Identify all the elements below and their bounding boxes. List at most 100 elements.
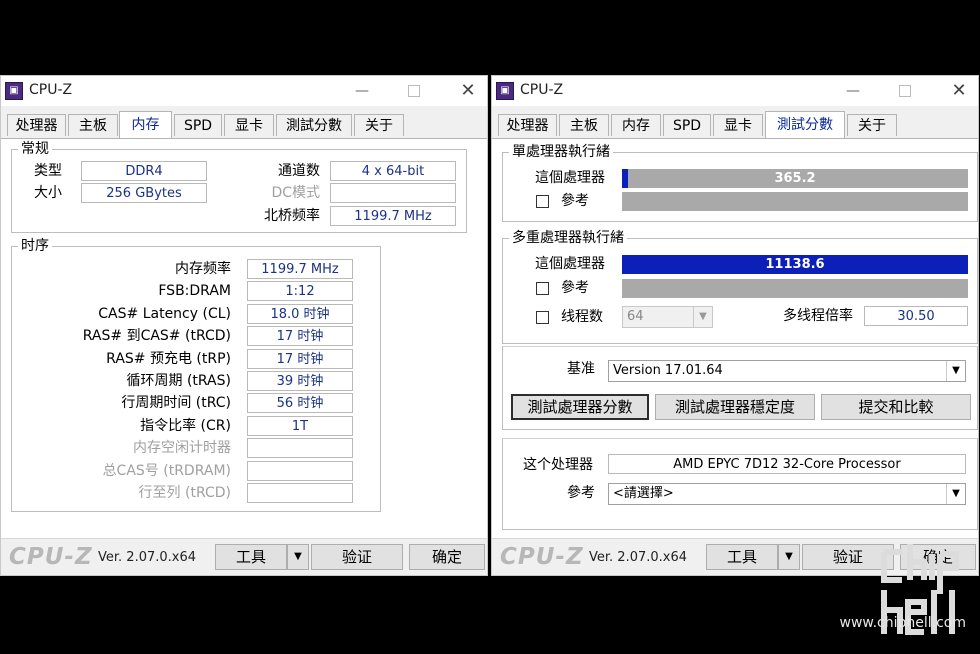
nb-frequency-value: 1199.7 MHz (330, 206, 456, 226)
threads-checkbox[interactable] (536, 311, 549, 324)
timing-label: 行至列 (tRCD) (138, 485, 231, 501)
multi-thread-title: 多重處理器執行緒 (509, 229, 627, 247)
timing-label: 行周期时间 (tRC) (121, 395, 231, 412)
type-value: DDR4 (81, 161, 207, 181)
chevron-down-icon: ▼ (946, 361, 965, 381)
tab-memory[interactable]: 内存 (611, 114, 661, 136)
cpu-info-group: 这个处理器 AMD EPYC 7D12 32-Core Processor 參考… (502, 438, 978, 530)
timing-label: RAS# 预充电 (tRP) (106, 350, 231, 367)
validate-button[interactable]: 验证 (311, 544, 403, 570)
tab-about[interactable]: 关于 (847, 114, 897, 136)
chevron-down-icon: ▼ (693, 307, 712, 327)
close-button[interactable]: ✕ (453, 79, 483, 103)
single-thread-score: 365.2 (774, 171, 816, 186)
maximize-button[interactable] (890, 79, 920, 103)
triangle-down-icon: ▼ (294, 551, 302, 562)
tab-memory[interactable]: 内存 (119, 111, 172, 138)
cpuz-window-bench: ▣ CPU-Z — ✕ 处理器 主板 内存 SPD 显卡 測試分數 关于 單處理… (491, 75, 979, 576)
tools-dropdown-button[interactable]: ▼ (778, 544, 800, 570)
tab-mainboard[interactable]: 主板 (559, 114, 609, 136)
multi-thread-group: 多重處理器執行緒 這個處理器 11138.6 參考 线程数 64 ▼ 多线程倍率… (502, 229, 978, 344)
baseline-select[interactable]: Version 17.01.64 ▼ (608, 360, 966, 382)
general-group: 常规 类型 DDR4 大小 256 GBytes 通道数 4 x 64-bit … (11, 140, 467, 233)
single-this-label: 這個處理器 (535, 170, 605, 186)
ok-button[interactable]: 确定 (409, 544, 485, 570)
window-title: CPU-Z (29, 82, 73, 98)
timing-label: 循环周期 (tRAS) (126, 373, 232, 389)
stress-cpu-button[interactable]: 測試處理器穩定度 (655, 394, 815, 420)
timing-value: 1:12 (247, 281, 353, 302)
title-bar[interactable]: ▣ CPU-Z — ✕ (492, 76, 978, 106)
bench-panel: 單處理器執行緒 這個處理器 365.2 參考 多重處理器執行緒 這個處理器 11… (492, 139, 978, 541)
timing-value (247, 438, 353, 459)
timing-value: 1199.7 MHz (247, 259, 353, 279)
mt-ratio-label: 多线程倍率 (783, 308, 853, 324)
multi-thread-score: 11138.6 (765, 257, 825, 272)
single-thread-group: 單處理器執行緒 這個處理器 365.2 參考 (502, 143, 978, 222)
baseline-value: Version 17.01.64 (613, 363, 723, 378)
single-reference-label: 參考 (561, 193, 589, 209)
tab-bench[interactable]: 測試分數 (276, 114, 352, 136)
tab-mainboard[interactable]: 主板 (68, 114, 118, 136)
cpuz-app-icon: ▣ (5, 82, 23, 100)
timing-value: 39 时钟 (247, 371, 353, 391)
threads-label: 线程数 (561, 309, 603, 325)
cpuz-logo: CPU-Z (500, 544, 584, 570)
general-group-title: 常规 (18, 140, 52, 158)
tab-graphics[interactable]: 显卡 (713, 114, 763, 136)
timing-value (247, 483, 353, 503)
reference-label: 參考 (567, 485, 595, 501)
close-button[interactable]: ✕ (944, 79, 974, 103)
maximize-icon (899, 85, 911, 97)
baseline-label: 基准 (567, 361, 595, 377)
tab-processor[interactable]: 处理器 (7, 114, 66, 136)
tab-bar: 处理器 主板 内存 SPD 显卡 測試分數 关于 (1, 111, 487, 139)
multi-reference-checkbox[interactable] (536, 282, 549, 295)
reference-select[interactable]: <請選擇> ▼ (608, 483, 966, 505)
cpuz-window-memory: ▣ CPU-Z — ✕ 处理器 主板 内存 SPD 显卡 測試分數 关于 常规 … (0, 75, 488, 576)
multi-thread-bar: 11138.6 (622, 255, 968, 274)
reference-value: <請選擇> (613, 486, 674, 501)
title-bar[interactable]: ▣ CPU-Z — ✕ (1, 76, 487, 106)
timing-label: FSB:DRAM (158, 283, 231, 300)
tab-spd[interactable]: SPD (663, 114, 711, 136)
tab-graphics[interactable]: 显卡 (224, 114, 274, 136)
single-reference-checkbox[interactable] (536, 195, 549, 208)
single-thread-title: 單處理器執行緒 (509, 143, 613, 161)
submit-compare-button[interactable]: 提交和比較 (821, 394, 971, 420)
dc-mode-value (330, 183, 456, 203)
timing-label: RAS# 到CAS# (tRCD) (82, 328, 231, 345)
timing-label: CAS# Latency (CL) (98, 305, 231, 322)
timings-group: 时序 内存频率 1199.7 MHz FSB:DRAM 1:12 CAS# Latenc… (11, 237, 381, 512)
threads-select[interactable]: 64 ▼ (622, 306, 713, 328)
tab-bench[interactable]: 測試分數 (765, 111, 845, 138)
channels-value: 4 x 64-bit (330, 161, 456, 181)
tab-processor[interactable]: 处理器 (498, 114, 557, 136)
tab-spd[interactable]: SPD (174, 114, 222, 136)
minimize-button[interactable]: — (347, 79, 377, 103)
tab-about[interactable]: 关于 (354, 114, 404, 136)
timing-value: 56 时钟 (247, 393, 353, 414)
this-cpu-label: 这个处理器 (523, 457, 593, 473)
tools-button[interactable]: 工具 (215, 544, 287, 570)
size-label: 大小 (34, 185, 62, 201)
maximize-button[interactable] (399, 79, 429, 103)
version-label: Ver. 2.07.0.x64 (98, 550, 197, 565)
tools-dropdown-button[interactable]: ▼ (287, 544, 309, 570)
size-value: 256 GBytes (81, 183, 207, 203)
window-title: CPU-Z (520, 82, 564, 98)
bench-cpu-button[interactable]: 測試處理器分數 (511, 394, 649, 420)
minimize-button[interactable]: — (838, 79, 868, 103)
multi-this-label: 這個處理器 (535, 256, 605, 272)
single-thread-bar: 365.2 (622, 169, 968, 188)
timing-value: 1T (247, 415, 353, 436)
footer: CPU-Z Ver. 2.07.0.x64 工具 ▼ 验证 确定 (1, 538, 487, 575)
multi-reference-label: 參考 (561, 280, 589, 296)
tools-button[interactable]: 工具 (706, 544, 778, 570)
chevron-down-icon: ▼ (946, 484, 965, 504)
timing-label: 内存空闲计时器 (133, 440, 231, 457)
multi-reference-bar (622, 279, 968, 298)
timing-label: 内存频率 (175, 261, 231, 277)
channels-label: 通道数 (278, 163, 320, 179)
single-reference-bar (622, 192, 968, 211)
